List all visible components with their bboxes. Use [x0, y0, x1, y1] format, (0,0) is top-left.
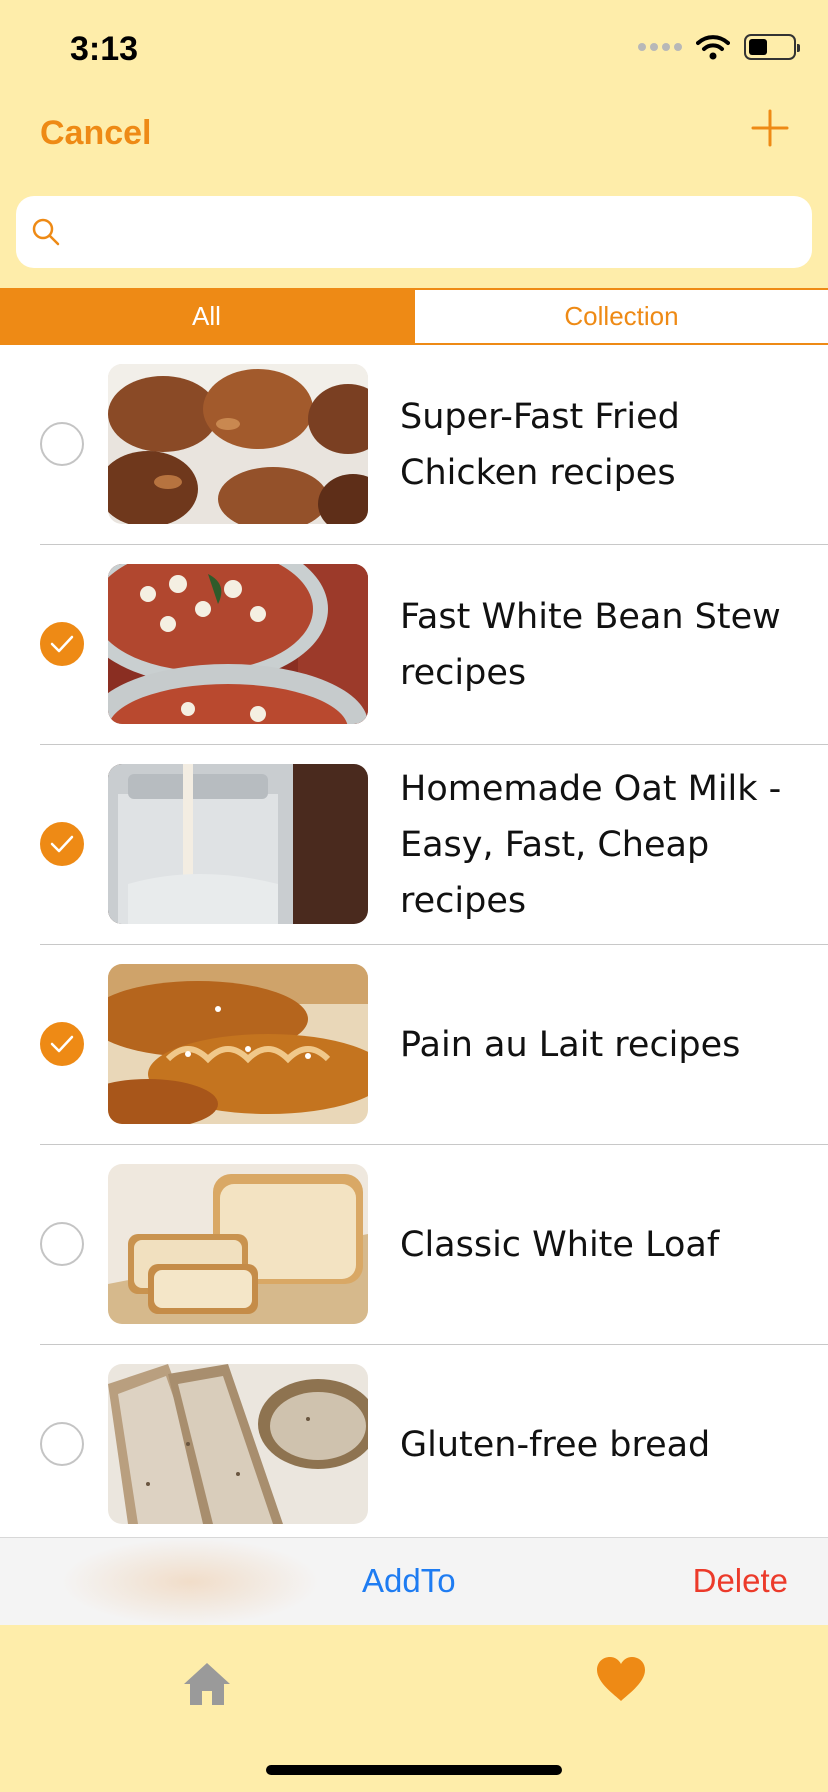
- list-item[interactable]: Super-Fast Fried Chicken recipes: [0, 345, 828, 545]
- segment-collection[interactable]: Collection: [413, 290, 828, 343]
- segmented-control: All Collection: [0, 288, 828, 345]
- delete-button[interactable]: Delete: [693, 1562, 788, 1600]
- battery-icon: [744, 34, 800, 60]
- cancel-button[interactable]: Cancel: [40, 114, 152, 153]
- list-item[interactable]: Pain au Lait recipes: [0, 945, 828, 1145]
- list-item[interactable]: Gluten-free bread: [0, 1345, 828, 1537]
- search-icon: [32, 218, 60, 246]
- select-checkbox[interactable]: [40, 422, 84, 466]
- recipe-thumbnail: [108, 764, 368, 924]
- checkmark-icon: [50, 1035, 74, 1053]
- recipe-title: Super-Fast Fried Chicken recipes: [400, 397, 680, 493]
- search-input[interactable]: [74, 202, 812, 262]
- status-icons: [638, 34, 800, 60]
- addto-button[interactable]: AddTo: [362, 1562, 456, 1600]
- search-bar[interactable]: [16, 196, 812, 268]
- signal-icon: [638, 43, 682, 51]
- checkmark-icon: [50, 835, 74, 853]
- recipe-thumbnail: [108, 1364, 368, 1524]
- action-toolbar: AddTo Delete: [0, 1537, 828, 1626]
- select-checkbox-checked[interactable]: [40, 622, 84, 666]
- recipe-title: Homemade Oat Milk - Easy, Fast, Cheap re…: [400, 769, 782, 921]
- recipe-title: Gluten-free bread: [400, 1425, 711, 1465]
- status-time: 3:13: [70, 30, 139, 68]
- select-checkbox[interactable]: [40, 1422, 84, 1466]
- select-checkbox[interactable]: [40, 1222, 84, 1266]
- segment-all[interactable]: All: [0, 290, 413, 343]
- recipe-list: Super-Fast Fried Chicken recipes Fast Wh…: [0, 345, 828, 1537]
- recipe-thumbnail: [108, 564, 368, 724]
- recipe-thumbnail: [108, 1164, 368, 1324]
- checkmark-icon: [50, 635, 74, 653]
- wifi-icon: [696, 35, 730, 60]
- recipe-thumbnail: [108, 364, 368, 524]
- select-checkbox-checked[interactable]: [40, 1022, 84, 1066]
- select-checkbox-checked[interactable]: [40, 822, 84, 866]
- list-item[interactable]: Classic White Loaf: [0, 1145, 828, 1345]
- recipe-title: Pain au Lait recipes: [400, 1025, 741, 1065]
- home-icon[interactable]: [182, 1659, 232, 1709]
- status-bar: 3:13: [0, 0, 828, 100]
- list-item[interactable]: Homemade Oat Milk - Easy, Fast, Cheap re…: [0, 745, 828, 945]
- recipe-title: Classic White Loaf: [400, 1225, 720, 1265]
- recipe-thumbnail: [108, 964, 368, 1124]
- plus-icon[interactable]: [750, 108, 790, 148]
- tab-bar: [0, 1625, 828, 1792]
- nav-bar: Cancel: [0, 100, 828, 180]
- heart-icon[interactable]: [595, 1655, 647, 1705]
- home-indicator: [266, 1765, 562, 1775]
- list-item[interactable]: Fast White Bean Stew recipes: [0, 545, 828, 745]
- recipe-title: Fast White Bean Stew recipes: [400, 597, 781, 693]
